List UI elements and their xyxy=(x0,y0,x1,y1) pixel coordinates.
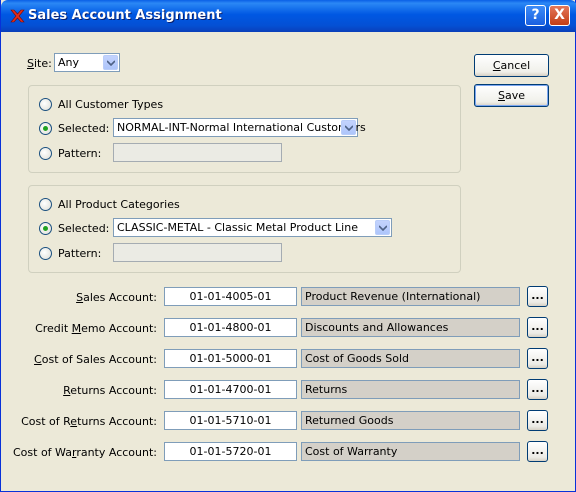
product-category-pattern-input[interactable] xyxy=(113,243,282,262)
title-bar[interactable]: Sales Account Assignment ? X xyxy=(1,0,576,32)
site-select-value: Any xyxy=(58,56,80,69)
app-x-icon xyxy=(9,8,25,24)
credit-memo-account-description-text: Discounts and Allowances xyxy=(305,321,449,334)
pattern-customer-type-radio[interactable] xyxy=(39,147,52,160)
sales-account-description: Product Revenue (International) xyxy=(301,287,520,306)
cost-of-sales-account-description-text: Cost of Goods Sold xyxy=(305,352,409,365)
customer-type-value: NORMAL-INT-Normal International Customer… xyxy=(117,121,366,134)
sales-account-label: Sales Account: xyxy=(76,291,157,304)
site-select[interactable]: Any xyxy=(54,53,120,72)
cost-of-returns-account-description-text: Returned Goods xyxy=(305,414,394,427)
credit-memo-account-lookup-button[interactable]: ... xyxy=(527,317,548,338)
credit-memo-account-input[interactable]: 01-01-4800-01 xyxy=(164,318,297,337)
customer-type-select[interactable]: NORMAL-INT-Normal International Customer… xyxy=(113,118,366,137)
chevron-down-icon[interactable] xyxy=(375,220,390,235)
help-button[interactable]: ? xyxy=(525,5,546,26)
site-label: Site: xyxy=(27,57,52,70)
credit-memo-account-label: Credit Memo Account: xyxy=(35,322,157,335)
selected-product-category-radio[interactable] xyxy=(39,222,52,235)
save-button[interactable]: Save xyxy=(474,84,549,107)
cost-of-sales-account-input[interactable]: 01-01-5000-01 xyxy=(164,349,297,368)
cost-of-warranty-account-number: 01-01-5720-01 xyxy=(189,445,272,458)
cost-of-returns-account-number: 01-01-5710-01 xyxy=(189,414,272,427)
product-categories-group: All Product Categories Selected: CLASSIC… xyxy=(28,185,461,273)
cost-of-sales-account-label: Cost of Sales Account: xyxy=(34,353,157,366)
returns-account-lookup-button[interactable]: ... xyxy=(527,379,548,400)
all-product-categories-radio[interactable] xyxy=(39,198,52,211)
cost-of-returns-account-input[interactable]: 01-01-5710-01 xyxy=(164,411,297,430)
returns-account-number: 01-01-4700-01 xyxy=(189,383,272,396)
cost-of-sales-account-lookup-button[interactable]: ... xyxy=(527,348,548,369)
cost-of-warranty-account-label: Cost of Warranty Account: xyxy=(13,446,157,459)
all-customer-types-radio[interactable] xyxy=(39,98,52,111)
cost-of-sales-account-description: Cost of Goods Sold xyxy=(301,349,520,368)
cost-of-sales-account-number: 01-01-5000-01 xyxy=(189,352,272,365)
all-product-categories-label: All Product Categories xyxy=(58,198,180,211)
cost-of-returns-account-description: Returned Goods xyxy=(301,411,520,430)
window-title: Sales Account Assignment xyxy=(28,8,222,23)
cost-of-warranty-account-input[interactable]: 01-01-5720-01 xyxy=(164,442,297,461)
close-button[interactable]: X xyxy=(549,5,570,26)
dialog-window: Sales Account Assignment ? X Site: Any C… xyxy=(0,0,576,492)
cost-of-warranty-account-description-text: Cost of Warranty xyxy=(305,445,398,458)
sales-account-description-text: Product Revenue (International) xyxy=(305,290,481,303)
cancel-button[interactable]: Cancel xyxy=(474,54,549,77)
returns-account-description: Returns xyxy=(301,380,520,399)
selected-customer-type-radio[interactable] xyxy=(39,122,52,135)
pattern-product-category-radio[interactable] xyxy=(39,247,52,260)
cost-of-returns-account-label: Cost of Returns Account: xyxy=(21,415,157,428)
chevron-down-icon[interactable] xyxy=(103,55,118,70)
returns-account-input[interactable]: 01-01-4700-01 xyxy=(164,380,297,399)
customer-types-group: All Customer Types Selected: NORMAL-INT-… xyxy=(28,85,461,173)
product-category-value: CLASSIC-METAL - Classic Metal Product Li… xyxy=(117,221,358,234)
returns-account-description-text: Returns xyxy=(305,383,348,396)
customer-type-pattern-input[interactable] xyxy=(113,143,282,162)
product-category-select[interactable]: CLASSIC-METAL - Classic Metal Product Li… xyxy=(113,218,392,237)
credit-memo-account-number: 01-01-4800-01 xyxy=(189,321,272,334)
chevron-down-icon[interactable] xyxy=(341,120,356,135)
pattern-product-category-label: Pattern: xyxy=(58,247,102,260)
all-customer-types-label: All Customer Types xyxy=(58,98,164,111)
pattern-customer-type-label: Pattern: xyxy=(58,147,102,160)
sales-account-lookup-button[interactable]: ... xyxy=(527,286,548,307)
cost-of-warranty-account-lookup-button[interactable]: ... xyxy=(527,441,548,462)
returns-account-label: Returns Account: xyxy=(63,384,157,397)
sales-account-number: 01-01-4005-01 xyxy=(189,290,272,303)
cost-of-warranty-account-description: Cost of Warranty xyxy=(301,442,520,461)
credit-memo-account-description: Discounts and Allowances xyxy=(301,318,520,337)
selected-product-category-label: Selected: xyxy=(58,222,110,235)
cost-of-returns-account-lookup-button[interactable]: ... xyxy=(527,410,548,431)
selected-customer-type-label: Selected: xyxy=(58,122,110,135)
sales-account-input[interactable]: 01-01-4005-01 xyxy=(164,287,297,306)
